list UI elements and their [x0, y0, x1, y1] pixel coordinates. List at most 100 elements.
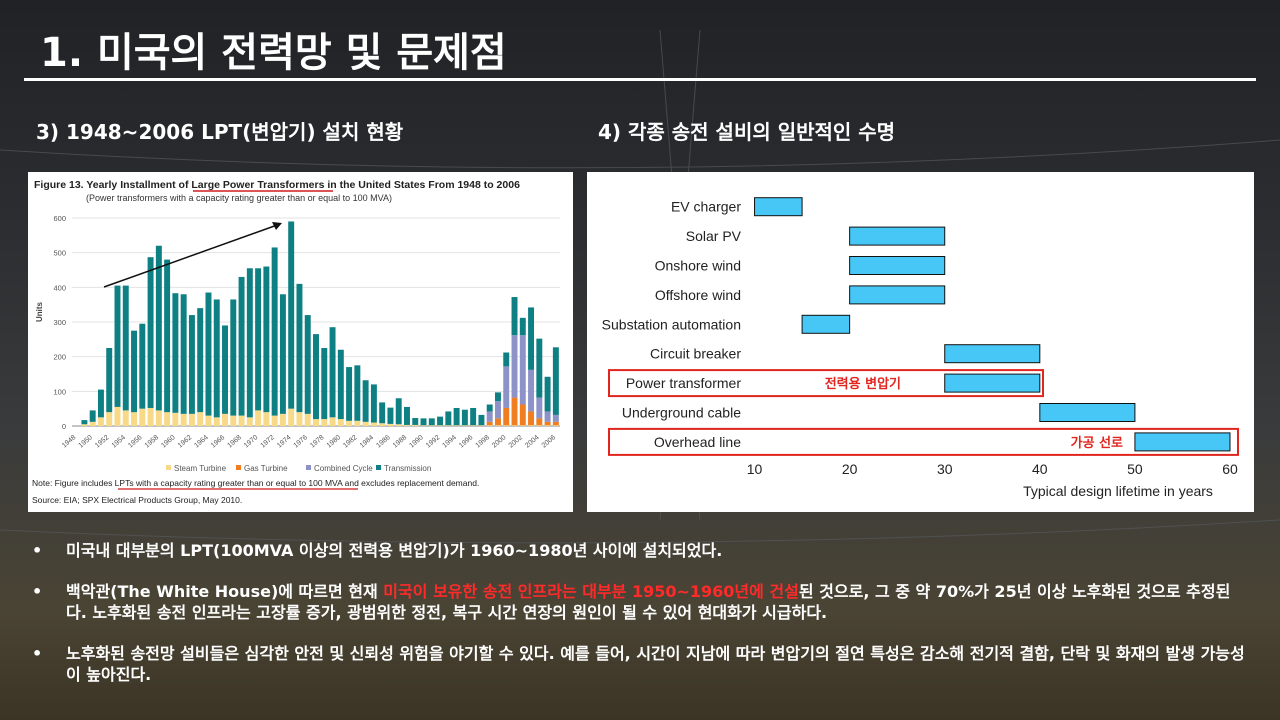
bar-segment — [139, 323, 146, 409]
bar-segment — [279, 294, 286, 414]
bar-segment — [222, 413, 228, 426]
bullet-highlight: 미국이 보유한 송전 인프라는 대부분 1950~1960년에 건설 — [383, 582, 799, 601]
bar-segment — [346, 367, 353, 421]
legend-swatch — [306, 465, 311, 470]
bar-segment — [519, 404, 526, 426]
bar-segment — [230, 299, 237, 416]
bullet-item: • 미국내 대부분의 LPT(100MVA 이상의 전력용 변압기)가 1960… — [30, 540, 1250, 561]
bar-segment — [519, 335, 526, 405]
bar-segment — [503, 407, 510, 426]
bar-segment — [188, 413, 195, 426]
bar-segment — [379, 402, 386, 424]
x-tick-label: 1990 — [408, 434, 425, 449]
x-tick-label: 1998 — [475, 434, 492, 449]
bar-segment — [453, 407, 460, 426]
bar-segment — [304, 315, 311, 414]
bullet-list: • 미국내 대부분의 LPT(100MVA 이상의 전력용 변압기)가 1960… — [30, 540, 1250, 705]
chart-note-pre: Note: Figure includes LPTs — [32, 478, 136, 488]
highlight-label: 전력용 변압기 — [825, 376, 901, 392]
bar-segment — [147, 257, 154, 408]
bar-segment — [271, 415, 278, 426]
lifetime-bar — [1039, 403, 1136, 422]
bar-segment — [296, 283, 303, 413]
legend-label: Gas Turbine — [244, 464, 288, 473]
x-tick-label: 2002 — [508, 434, 525, 449]
y-tick-label: 500 — [53, 249, 66, 258]
bar-segment — [329, 327, 336, 418]
x-tick-label: 1964 — [193, 434, 210, 449]
x-tick-label: 40 — [1032, 461, 1048, 477]
lifetime-bar — [849, 256, 946, 275]
x-tick-label: 1996 — [458, 434, 475, 449]
bullet-dot: • — [32, 541, 43, 560]
y-tick-label: 200 — [53, 353, 66, 362]
y-tick-label: 600 — [53, 214, 66, 223]
x-tick-label: 1992 — [425, 434, 442, 449]
bar-segment — [246, 268, 253, 418]
bar-segment — [544, 421, 551, 426]
bar-segment — [255, 268, 262, 411]
bar-segment — [486, 411, 493, 422]
bar-segment — [437, 416, 444, 426]
x-axis-label: Typical design lifetime in years — [1023, 483, 1213, 499]
bar-segment — [379, 423, 386, 426]
bar-segment — [412, 418, 419, 425]
bar-segment — [536, 425, 543, 426]
bar-segment — [395, 424, 402, 426]
bar-segment — [552, 425, 559, 426]
bar-segment — [147, 407, 154, 426]
bullet-item: • 노후화된 송전망 설비들은 심각한 안전 및 신뢰성 위험을 야기할 수 있… — [30, 643, 1250, 685]
bar-segment — [478, 425, 485, 426]
lpt-installation-chart-panel: Figure 13. Yearly Installment of Large P… — [28, 172, 573, 512]
bar-segment — [296, 412, 303, 426]
bar-segment — [288, 408, 295, 426]
bar-segment — [528, 369, 535, 412]
bar-segment — [387, 423, 394, 426]
bar-segment — [412, 424, 419, 426]
bar-segment — [222, 325, 228, 414]
bar-segment — [81, 424, 88, 426]
bar-segment — [528, 307, 535, 370]
bar-segment — [97, 389, 104, 418]
bar-segment — [536, 418, 543, 426]
highlight-label: 가공 선로 — [1071, 435, 1123, 451]
bar-segment — [362, 421, 369, 426]
x-tick-label: 1982 — [342, 434, 359, 449]
lifetime-bar — [849, 285, 946, 305]
bar-segment — [97, 417, 104, 426]
bar-segment — [478, 414, 485, 426]
bar-segment — [238, 276, 245, 416]
lifetime-bar — [801, 314, 851, 334]
bar-segment — [404, 424, 410, 426]
lifetime-bar — [1134, 432, 1231, 452]
x-tick-label: 10 — [747, 461, 763, 477]
bar-segment — [122, 285, 129, 411]
bar-segment — [337, 349, 344, 420]
bar-segment — [197, 308, 204, 413]
x-tick-label: 1972 — [259, 434, 276, 449]
bar-segment — [544, 425, 551, 426]
bar-segment — [428, 425, 435, 426]
bar-segment — [321, 419, 328, 426]
y-tick-label: 100 — [53, 387, 66, 396]
lifetime-gantt-chart: EV charger Solar PV Onshore wind Offshore w… — [602, 197, 1239, 499]
bar-segment — [437, 425, 444, 426]
bar-segment — [213, 417, 220, 426]
category-label: Solar PV — [686, 228, 742, 244]
bar-segment — [486, 404, 493, 412]
x-tick-label: 1970 — [243, 434, 260, 449]
bar-segment — [420, 425, 427, 426]
bar-segment — [552, 421, 559, 426]
bar-segment — [494, 418, 501, 426]
x-tick-label: 1962 — [177, 434, 194, 449]
bar-segment — [246, 417, 253, 426]
bar-segment — [131, 412, 138, 426]
x-tick-label: 50 — [1127, 461, 1143, 477]
lifetime-bar — [849, 226, 946, 246]
chart-note: Note: Figure includes LPTs with a capaci… — [32, 478, 479, 488]
bar-segment — [519, 317, 526, 336]
bar-segment — [511, 335, 518, 398]
bar-segment — [329, 417, 336, 426]
chart-source: Source: EIA; SPX Electrical Products Gro… — [32, 495, 242, 505]
bar-segment — [164, 412, 171, 426]
